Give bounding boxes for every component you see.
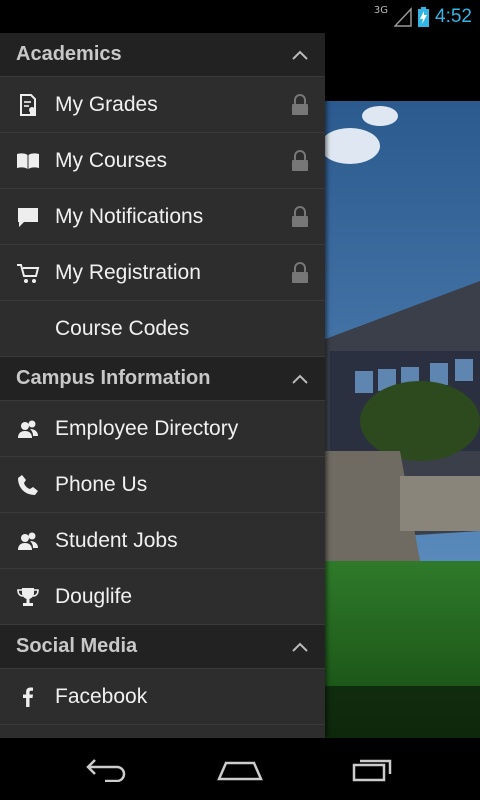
lock-icon [292, 205, 308, 227]
recent-apps-icon [353, 759, 392, 782]
system-navigation-bar [0, 738, 480, 800]
navigation-drawer: Academics My Grades My Courses My Notifi… [0, 33, 325, 738]
people-icon [14, 527, 42, 555]
menu-item-employee-directory[interactable]: Employee Directory [0, 401, 325, 457]
menu-item-label: My Courses [55, 148, 168, 172]
menu-item-label: My Notifications [55, 204, 204, 228]
status-bar: 3G 4:52 [0, 0, 480, 33]
section-header-academics[interactable]: Academics [0, 33, 325, 77]
menu-item-my-grades[interactable]: My Grades [0, 77, 325, 133]
phone-icon [14, 471, 42, 499]
menu-item-douglife[interactable]: Douglife [0, 569, 325, 625]
menu-item-label: Facebook [55, 684, 148, 708]
lock-icon [292, 93, 308, 115]
lock-icon [292, 261, 308, 283]
section-title: Academics [16, 43, 122, 65]
menu-item-my-notifications[interactable]: My Notifications [0, 189, 325, 245]
home-icon [217, 761, 263, 781]
chevron-up-icon[interactable] [291, 373, 309, 385]
menu-item-label: Phone Us [55, 472, 148, 496]
menu-item-label: My Registration [55, 260, 201, 284]
signal-icon [394, 6, 412, 27]
battery-charging-icon [418, 6, 430, 27]
section-header-social-media[interactable]: Social Media [0, 625, 325, 669]
grades-icon [14, 91, 42, 119]
trophy-icon [14, 583, 42, 611]
menu-item-my-registration[interactable]: My Registration [0, 245, 325, 301]
people-icon [14, 415, 42, 443]
recent-apps-button[interactable] [343, 749, 403, 789]
clock: 4:52 [435, 5, 472, 27]
cart-icon [14, 259, 42, 287]
section-header-campus-information[interactable]: Campus Information [0, 357, 325, 401]
menu-item-label: Douglife [55, 584, 133, 608]
book-icon [14, 147, 42, 175]
status-icons: 3G 4:52 [374, 0, 472, 33]
chevron-up-icon[interactable] [291, 641, 309, 653]
menu-item-phone-us[interactable]: Phone Us [0, 457, 325, 513]
chat-bubble-icon [14, 203, 42, 231]
menu-item-label: Course Codes [55, 316, 190, 340]
menu-item-label: Student Jobs [55, 528, 178, 552]
menu-item-student-jobs[interactable]: Student Jobs [0, 513, 325, 569]
home-button[interactable] [210, 749, 270, 789]
menu-item-label: Employee Directory [55, 416, 239, 440]
chevron-up-icon[interactable] [291, 49, 309, 61]
facebook-icon [14, 683, 42, 711]
menu-item-label: My Grades [55, 92, 158, 116]
menu-item-course-codes[interactable]: Course Codes [0, 301, 325, 357]
section-title: Campus Information [16, 367, 211, 389]
section-title: Social Media [16, 635, 138, 657]
network-type: 3G [373, 5, 389, 16]
back-icon [85, 759, 125, 782]
menu-item-my-courses[interactable]: My Courses [0, 133, 325, 189]
menu-item-facebook[interactable]: Facebook [0, 669, 325, 725]
lock-icon [292, 149, 308, 171]
back-button[interactable] [77, 749, 137, 789]
